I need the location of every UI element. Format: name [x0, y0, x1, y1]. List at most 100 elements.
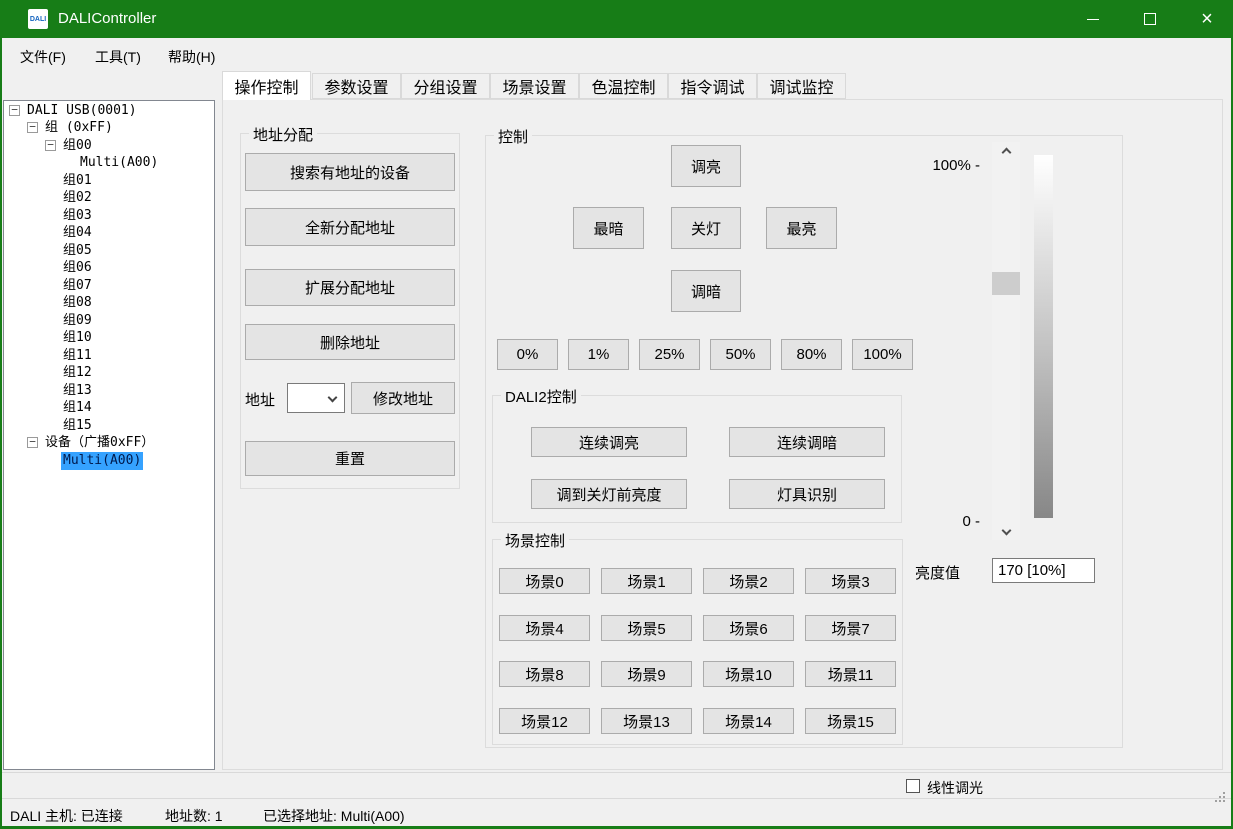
percent-80-button[interactable]: 80% — [781, 339, 842, 370]
tree-item-group06[interactable]: 组06 — [4, 259, 94, 277]
tree-item-group00[interactable]: −组00 — [4, 137, 94, 155]
scene-10-button[interactable]: 场景10 — [703, 661, 794, 687]
delete-address-button[interactable]: 删除地址 — [245, 324, 455, 360]
scene-0-button[interactable]: 场景0 — [499, 568, 590, 594]
slider-max-label: 100% - — [910, 157, 980, 174]
scene-9-button[interactable]: 场景9 — [601, 661, 692, 687]
brightness-scrollbar[interactable] — [992, 142, 1020, 540]
maximum-button[interactable]: 最亮 — [766, 207, 837, 249]
tree-item-group14[interactable]: 组14 — [4, 399, 94, 417]
tree-item-device-broadcast[interactable]: −设备（广播0xFF） — [4, 434, 156, 452]
app-icon-text: DALI — [30, 16, 46, 23]
device-tree: −DALI USB(0001) −组 (0xFF) −组00 Multi(A00… — [3, 100, 215, 770]
tree-item-group-root[interactable]: −组 (0xFF) — [4, 119, 115, 137]
status-address-count: 地址数: 1 — [165, 806, 223, 826]
linear-dimming-label: 线性调光 — [927, 778, 983, 798]
scene-7-button[interactable]: 场景7 — [805, 615, 896, 641]
reset-button[interactable]: 重置 — [245, 441, 455, 476]
tree-item-group15[interactable]: 组15 — [4, 417, 94, 435]
minimum-button[interactable]: 最暗 — [573, 207, 644, 249]
tree-item-group12[interactable]: 组12 — [4, 364, 94, 382]
scene-11-button[interactable]: 场景11 — [805, 661, 896, 687]
tree-item-group09[interactable]: 组09 — [4, 312, 94, 330]
tree-item-dali-usb[interactable]: −DALI USB(0001) — [4, 102, 139, 120]
tab-scene-settings[interactable]: 场景设置 — [490, 73, 579, 99]
search-addressed-devices-button[interactable]: 搜索有地址的设备 — [245, 153, 455, 191]
scroll-down-button[interactable] — [992, 523, 1020, 540]
tree-collapse-icon[interactable]: − — [27, 437, 38, 448]
dim-down-button[interactable]: 调暗 — [671, 270, 741, 312]
chevron-down-icon — [328, 393, 338, 403]
tree-item-group04[interactable]: 组04 — [4, 224, 94, 242]
status-host: DALI 主机: 已连接 — [10, 806, 123, 826]
tree-collapse-icon[interactable]: − — [45, 140, 56, 151]
chevron-down-icon — [1001, 525, 1011, 535]
menu-file[interactable]: 文件(F) — [14, 46, 72, 68]
tree-item-group01[interactable]: 组01 — [4, 172, 94, 190]
tree-item-group08[interactable]: 组08 — [4, 294, 94, 312]
status-selected-address: 已选择地址: Multi(A00) — [263, 806, 405, 826]
scene-14-button[interactable]: 场景14 — [703, 708, 794, 734]
scene-15-button[interactable]: 场景15 — [805, 708, 896, 734]
recall-last-level-button[interactable]: 调到关灯前亮度 — [531, 479, 687, 509]
resize-grip-icon[interactable] — [1223, 792, 1225, 794]
assign-extended-address-button[interactable]: 扩展分配地址 — [245, 269, 455, 306]
percent-100-button[interactable]: 100% — [852, 339, 913, 370]
scene-1-button[interactable]: 场景1 — [601, 568, 692, 594]
tab-command-debug[interactable]: 指令调试 — [668, 73, 757, 99]
tree-item-group07[interactable]: 组07 — [4, 277, 94, 295]
brightness-value-field[interactable]: 170 [10%] — [992, 558, 1095, 583]
window-title: DALIController — [58, 9, 156, 29]
tab-color-temp-control[interactable]: 色温控制 — [579, 73, 668, 99]
percent-0-button[interactable]: 0% — [497, 339, 558, 370]
app-window: DALI DALIController × 文件(F) 工具(T) 帮助(H) … — [0, 0, 1233, 829]
window-body: 文件(F) 工具(T) 帮助(H) 操作控制 参数设置 分组设置 场景设置 色温… — [2, 38, 1231, 826]
percent-25-button[interactable]: 25% — [639, 339, 700, 370]
dim-up-button[interactable]: 调亮 — [671, 145, 741, 187]
tree-item-group05[interactable]: 组05 — [4, 242, 94, 260]
tab-operation-control[interactable]: 操作控制 — [222, 71, 311, 100]
menu-help[interactable]: 帮助(H) — [162, 46, 221, 68]
percent-1-button[interactable]: 1% — [568, 339, 629, 370]
scrollbar-thumb[interactable] — [992, 272, 1020, 295]
tree-item-group13[interactable]: 组13 — [4, 382, 94, 400]
scene-8-button[interactable]: 场景8 — [499, 661, 590, 687]
tree-item-multi-a00-group00[interactable]: Multi(A00) — [4, 154, 160, 172]
scene-3-button[interactable]: 场景3 — [805, 568, 896, 594]
percent-50-button[interactable]: 50% — [710, 339, 771, 370]
scene-6-button[interactable]: 场景6 — [703, 615, 794, 641]
scroll-up-button[interactable] — [992, 142, 1020, 159]
menu-tools[interactable]: 工具(T) — [89, 46, 147, 68]
modify-address-button[interactable]: 修改地址 — [351, 382, 455, 414]
lights-off-button[interactable]: 关灯 — [671, 207, 741, 249]
scene-4-button[interactable]: 场景4 — [499, 615, 590, 641]
scene-2-button[interactable]: 场景2 — [703, 568, 794, 594]
minimize-button[interactable] — [1070, 0, 1116, 38]
tree-item-group10[interactable]: 组10 — [4, 329, 94, 347]
tab-group-settings[interactable]: 分组设置 — [401, 73, 490, 99]
tree-item-group03[interactable]: 组03 — [4, 207, 94, 225]
assign-new-address-button[interactable]: 全新分配地址 — [245, 208, 455, 246]
tree-collapse-icon[interactable]: − — [9, 105, 20, 116]
tree-item-group02[interactable]: 组02 — [4, 189, 94, 207]
tree-item-multi-a00-selected[interactable]: Multi(A00) — [4, 452, 143, 470]
app-icon: DALI — [28, 9, 48, 29]
tab-parameter-settings[interactable]: 参数设置 — [312, 73, 401, 99]
maximize-icon — [1144, 13, 1156, 25]
control-title: 控制 — [494, 126, 532, 147]
scene-13-button[interactable]: 场景13 — [601, 708, 692, 734]
chevron-up-icon — [1001, 147, 1011, 157]
tree-item-group11[interactable]: 组11 — [4, 347, 94, 365]
linear-dimming-checkbox[interactable] — [906, 779, 920, 793]
continuous-dim-down-button[interactable]: 连续调暗 — [729, 427, 885, 457]
scene-5-button[interactable]: 场景5 — [601, 615, 692, 641]
close-button[interactable]: × — [1184, 0, 1230, 38]
title-bar: DALI DALIController × — [0, 0, 1233, 38]
maximize-button[interactable] — [1127, 0, 1173, 38]
luminaire-identify-button[interactable]: 灯具识别 — [729, 479, 885, 509]
address-combobox[interactable] — [287, 383, 345, 413]
tab-debug-monitor[interactable]: 调试监控 — [757, 73, 846, 99]
tree-collapse-icon[interactable]: − — [27, 122, 38, 133]
continuous-dim-up-button[interactable]: 连续调亮 — [531, 427, 687, 457]
scene-12-button[interactable]: 场景12 — [499, 708, 590, 734]
